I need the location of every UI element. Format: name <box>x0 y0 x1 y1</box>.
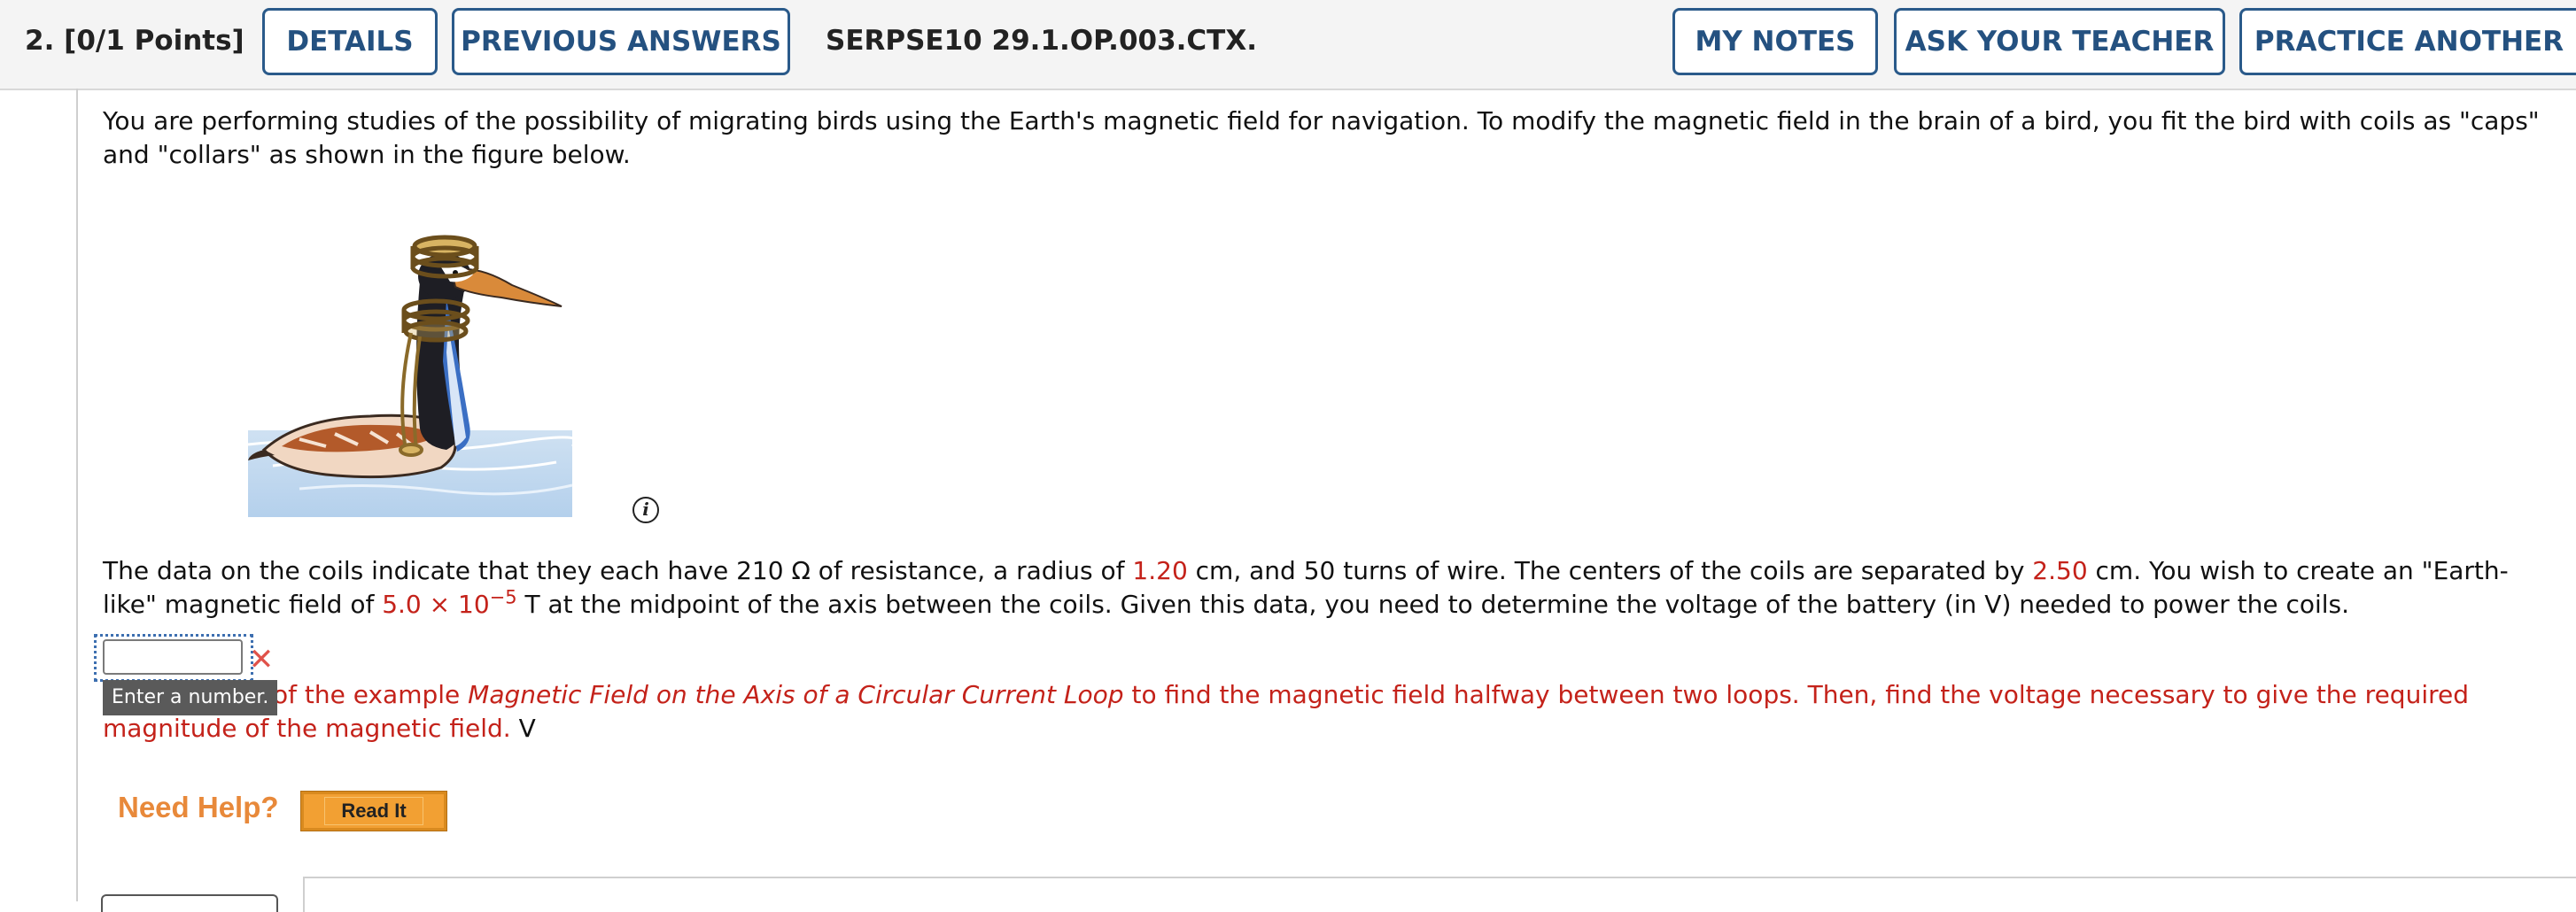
given-radius: 1.20 <box>1132 556 1188 585</box>
given-field: 5.0 × 10−5 <box>382 586 517 619</box>
question-points: [0/1 Points] <box>64 25 244 57</box>
hint-example-title: Magnetic Field on the Axis of a Circular… <box>468 680 1124 709</box>
bird-with-coils-figure <box>247 235 576 517</box>
submit-button-fragment[interactable] <box>101 894 278 912</box>
my-notes-button[interactable]: MY NOTES <box>1672 8 1878 75</box>
given-separation: 2.50 <box>2032 556 2088 585</box>
problem-text: The data on the coils indicate that they… <box>103 554 2548 622</box>
incorrect-x-icon: ✕ <box>248 642 275 677</box>
hint-part1: of the example <box>273 680 469 709</box>
previous-answers-button[interactable]: PREVIOUS ANSWERS <box>452 8 790 75</box>
next-panel-fragment <box>303 877 2576 912</box>
bird-head <box>418 253 563 307</box>
question-number: 2. <box>25 25 55 57</box>
answer-input[interactable] <box>103 639 243 675</box>
answer-unit: V <box>518 714 536 743</box>
problem-text-part2: cm, and 50 turns of wire. The centers of… <box>1187 556 2033 585</box>
read-it-label: Read It <box>324 797 423 825</box>
question-code: SERPSE10 29.1.OP.003.CTX. <box>826 25 1258 57</box>
ask-your-teacher-button[interactable]: ASK YOUR TEACHER <box>1894 8 2225 75</box>
intro-text: You are performing studies of the possib… <box>103 106 2540 169</box>
question-label: 2. [0/1 Points] <box>25 25 244 57</box>
hint-text: of the example Magnetic Field on the Axi… <box>103 678 2548 746</box>
question-header: 2. [0/1 Points] DETAILS PREVIOUS ANSWERS… <box>0 0 2576 90</box>
problem-text-part4: T at the midpoint of the axis between th… <box>516 590 2350 619</box>
practice-another-button[interactable]: PRACTICE ANOTHER <box>2239 8 2576 75</box>
problem-text-part1: The data on the coils indicate that they… <box>103 556 1133 585</box>
details-button[interactable]: DETAILS <box>262 8 438 75</box>
enter-number-tooltip: Enter a number. <box>103 680 278 715</box>
need-help-label: Need Help? <box>118 791 279 823</box>
content-left-border <box>76 89 78 901</box>
given-field-mantissa: 5.0 × 10 <box>382 590 490 619</box>
info-icon[interactable]: i <box>632 497 659 523</box>
given-field-exponent: −5 <box>489 586 517 608</box>
read-it-button[interactable]: Read It <box>300 791 447 831</box>
